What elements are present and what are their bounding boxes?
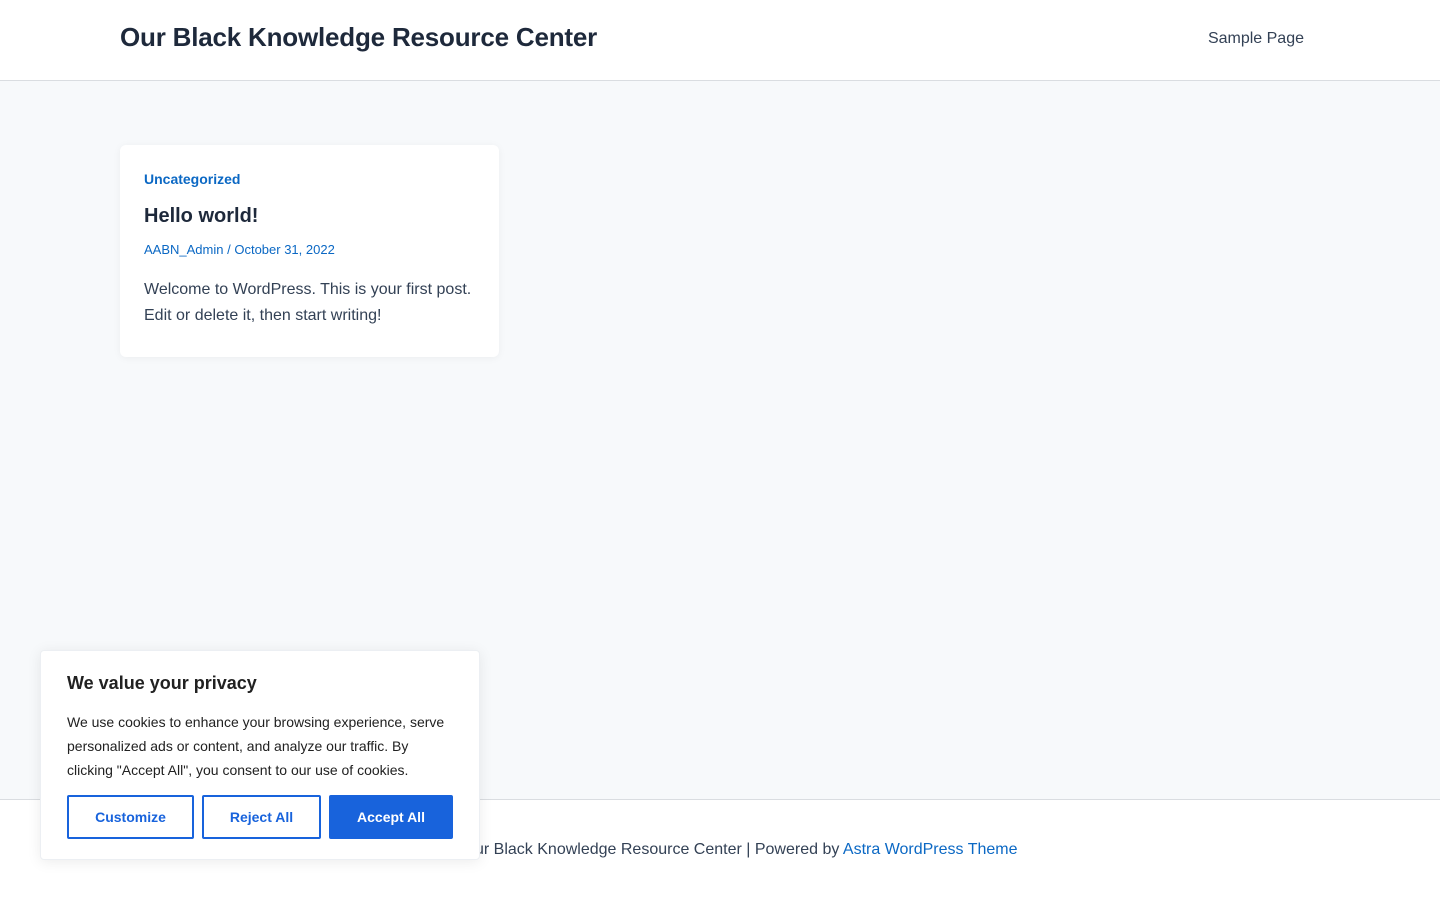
nav-item-sample-page[interactable]: Sample Page	[1208, 30, 1304, 48]
footer-theme-link[interactable]: Astra WordPress Theme	[843, 841, 1018, 858]
post-meta: AABN_Admin / October 31, 2022	[144, 242, 475, 257]
cookie-banner-description: We use cookies to enhance your browsing …	[67, 714, 445, 778]
site-title[interactable]: Our Black Knowledge Resource Center	[120, 22, 597, 53]
site-header: Our Black Knowledge Resource Center Samp…	[0, 0, 1440, 81]
post-excerpt: Welcome to WordPress. This is your first…	[144, 281, 472, 324]
customize-button[interactable]: Customize	[67, 795, 194, 839]
post-title-link[interactable]: Hello world!	[144, 205, 475, 228]
accept-all-button[interactable]: Accept All	[329, 795, 453, 839]
reject-all-button[interactable]: Reject All	[202, 795, 321, 839]
post-author-link[interactable]: AABN_Admin	[144, 242, 223, 257]
post-category-link[interactable]: Uncategorized	[144, 171, 475, 187]
cookie-consent-banner: We value your privacy We use cookies to …	[40, 650, 480, 860]
cookie-banner-title: We value your privacy	[67, 673, 257, 693]
cookie-banner-actions: Customize Reject All Accept All	[67, 795, 453, 839]
post-date-link[interactable]: October 31, 2022	[234, 242, 334, 257]
post-card: Uncategorized Hello world! AABN_Admin / …	[120, 145, 499, 357]
footer-copyright-text: 2026 Our Black Knowledge Resource Center…	[422, 841, 843, 858]
